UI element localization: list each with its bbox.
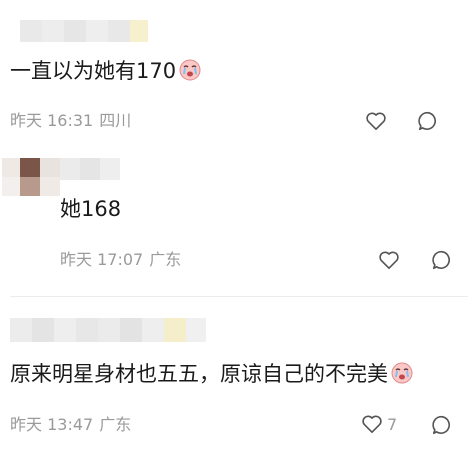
comment-location: 广东 — [99, 415, 132, 434]
comment-bubble-icon — [432, 415, 451, 435]
heart-icon — [379, 251, 399, 269]
like-button[interactable] — [365, 111, 387, 131]
username-blurred[interactable] — [10, 318, 206, 342]
comment-bubble-icon — [432, 250, 451, 270]
heart-icon — [362, 415, 382, 433]
comment-meta: 昨天 17:07 广东 — [60, 250, 181, 270]
avatar-blurred[interactable] — [2, 158, 60, 196]
username-blurred[interactable] — [20, 20, 148, 42]
comment-location: 四川 — [99, 111, 132, 130]
like-button[interactable] — [378, 250, 400, 270]
crying-face-emoji-icon — [390, 360, 414, 390]
comment-location: 广东 — [149, 250, 182, 269]
comment-meta: 昨天 13:47 广东 — [10, 415, 131, 435]
comment-meta: 昨天 16:31 四川 — [10, 111, 131, 131]
reply-button[interactable] — [417, 110, 443, 132]
comment-text: 她168 — [60, 197, 122, 221]
comment-time: 昨天 16:31 — [10, 111, 94, 130]
like-count: 7 — [387, 414, 398, 434]
comment-time: 昨天 17:07 — [60, 250, 144, 269]
reply-button[interactable] — [431, 249, 457, 271]
crying-face-emoji-icon — [178, 57, 202, 87]
comment-bubble-icon — [418, 111, 437, 131]
heart-icon — [366, 112, 386, 130]
comment-text: 原来明星身材也五五，原谅自己的不完美 — [10, 360, 414, 390]
username-blurred[interactable] — [60, 158, 120, 180]
reply-button[interactable] — [431, 414, 453, 436]
comment-time: 昨天 13:47 — [10, 415, 94, 434]
like-button[interactable]: 7 — [361, 414, 397, 434]
comment-divider — [10, 296, 468, 297]
comment-text: 一直以为她有170 — [10, 57, 202, 87]
